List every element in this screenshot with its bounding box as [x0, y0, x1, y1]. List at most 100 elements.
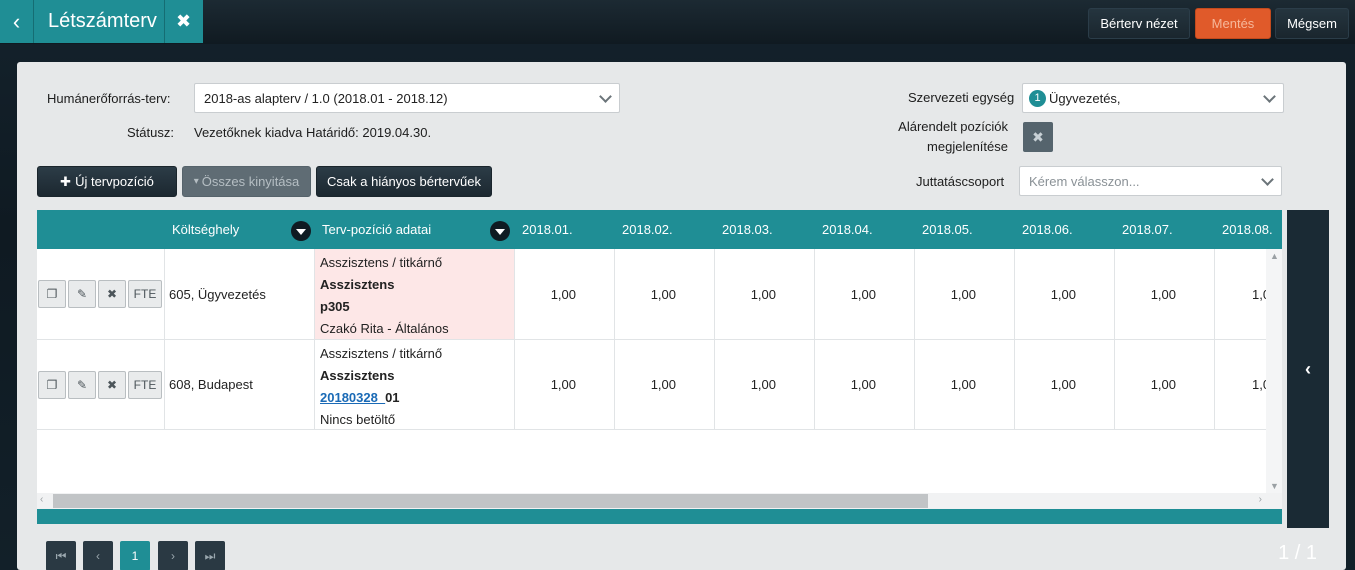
col-month-02: 2018.02.: [622, 222, 673, 237]
row-actions: ❐ ✎ ✖ FTE: [37, 249, 165, 339]
chevron-left-icon: ‹: [12, 8, 21, 34]
main-panel: Humánerőforrás-terv: 2018-as alapterv / …: [17, 62, 1346, 570]
hr-plan-label: Humánerőforrás-terv:: [47, 91, 171, 106]
copy-button[interactable]: ❐: [38, 280, 66, 308]
hr-plan-value: 2018-as alapterv / 1.0 (2018.01 - 2018.1…: [204, 90, 448, 106]
chevron-right-icon: ›: [171, 549, 175, 563]
chevron-down-icon: [1261, 173, 1274, 186]
copy-icon: ❐: [46, 287, 58, 301]
col-month-05: 2018.05.: [922, 222, 973, 237]
grid-body: ❐ ✎ ✖ FTE 605, Ügyvezetés Asszisztens / …: [37, 249, 1282, 493]
double-chevron-down-icon: ▾: [193, 176, 199, 187]
col-position-data: Terv-pozíció adatai: [322, 222, 432, 237]
horizontal-scrollbar[interactable]: ‹ ›: [37, 493, 1282, 509]
first-page-icon: ⏮: [55, 548, 67, 563]
close-icon: ✖: [1032, 128, 1044, 145]
table-row: ❐ ✎ ✖ FTE 608, Budapest Asszisztens / ti…: [37, 340, 1282, 430]
fte-button[interactable]: FTE: [128, 280, 162, 308]
new-position-button[interactable]: ✚ Új tervpozíció: [37, 166, 177, 197]
chevron-left-icon: ‹: [1305, 358, 1311, 379]
close-button[interactable]: ✖: [164, 0, 202, 43]
filter-icon[interactable]: [490, 221, 510, 241]
row-actions: ❐ ✎ ✖ FTE: [37, 340, 165, 429]
back-button[interactable]: ‹: [0, 0, 34, 43]
position-line-1: Asszisztens / titkárnő: [320, 346, 443, 361]
chevron-down-icon: [1263, 90, 1276, 103]
fte-button[interactable]: FTE: [128, 371, 162, 399]
sub-positions-label-1: Alárendelt pozíciók: [898, 119, 1008, 134]
org-unit-count-badge: 1: [1029, 89, 1046, 107]
month-value-cell: 1,00: [615, 249, 715, 339]
last-page-button[interactable]: ⏭: [195, 541, 225, 570]
position-line-4: Czakó Rita - Általános: [320, 321, 449, 336]
top-bar: ‹ Létszámterv ✖ Bérterv nézet Mentés Még…: [0, 0, 1355, 44]
sub-positions-label-2: megjelenítése: [927, 139, 1008, 154]
expand-all-label: Összes kinyitása: [201, 174, 300, 189]
chevron-down-icon: [599, 90, 612, 103]
vertical-scrollbar[interactable]: ▲ ▼: [1266, 249, 1282, 493]
table-row: ❐ ✎ ✖ FTE 605, Ügyvezetés Asszisztens / …: [37, 249, 1282, 340]
col-month-08: 2018.08.: [1222, 222, 1273, 237]
month-value-cell: 1,00: [1115, 249, 1215, 339]
benefit-group-select[interactable]: Kérem válasszon...: [1019, 166, 1282, 196]
position-line-3: 20180328_01: [320, 387, 514, 409]
col-month-04: 2018.04.: [822, 222, 873, 237]
cost-center-cell: 605, Ügyvezetés: [165, 249, 315, 339]
col-cost-center: Költséghely: [172, 222, 240, 237]
pencil-icon: ✎: [76, 378, 88, 392]
first-page-button[interactable]: ⏮: [46, 541, 76, 570]
horizontal-scroll-thumb[interactable]: [53, 494, 928, 508]
page-1-button[interactable]: 1: [120, 541, 150, 570]
next-page-button[interactable]: ›: [158, 541, 188, 570]
delete-button[interactable]: ✖: [98, 371, 126, 399]
scroll-left-icon[interactable]: ‹: [40, 494, 43, 505]
month-value-cell: 1,00: [515, 249, 615, 339]
month-value-cell: 1,00: [815, 249, 915, 339]
close-icon: ✖: [106, 287, 118, 301]
close-icon: ✖: [175, 11, 192, 31]
position-data-cell: Asszisztens / titkárnő Asszisztens p305 …: [315, 249, 515, 339]
position-data-cell: Asszisztens / titkárnő Asszisztens 20180…: [315, 340, 515, 429]
cancel-button[interactable]: Mégsem: [1275, 8, 1349, 39]
side-panel-toggle[interactable]: ‹: [1287, 210, 1329, 528]
month-value-cell: 1,00: [1015, 249, 1115, 339]
grid-footer: [37, 509, 1282, 524]
org-unit-select[interactable]: 1 Ügyvezetés,: [1022, 83, 1284, 113]
close-icon: ✖: [106, 378, 118, 392]
position-line-4: Nincs betöltő: [320, 412, 396, 427]
prev-page-button[interactable]: ‹: [83, 541, 113, 570]
salary-view-button[interactable]: Bérterv nézet: [1088, 8, 1190, 39]
copy-button[interactable]: ❐: [38, 371, 66, 399]
hr-plan-select[interactable]: 2018-as alapterv / 1.0 (2018.01 - 2018.1…: [194, 83, 620, 113]
status-label: Státusz:: [127, 125, 174, 140]
only-missing-button[interactable]: Csak a hiányos bértervűek: [316, 166, 492, 197]
col-month-03: 2018.03.: [722, 222, 773, 237]
month-value-cell: 1,00: [715, 340, 815, 429]
position-line-2: Asszisztens: [320, 368, 395, 383]
scroll-right-icon[interactable]: ›: [1259, 494, 1262, 505]
sub-positions-toggle[interactable]: ✖: [1023, 122, 1053, 152]
delete-button[interactable]: ✖: [98, 280, 126, 308]
org-unit-label: Szervezeti egység: [908, 90, 1015, 105]
benefit-group-placeholder: Kérem válasszon...: [1029, 173, 1140, 189]
chevron-left-icon: ‹: [96, 549, 100, 563]
month-value-cell: 1,00: [815, 340, 915, 429]
scroll-up-icon[interactable]: ▲: [1270, 251, 1279, 261]
col-month-07: 2018.07.: [1122, 222, 1173, 237]
title-area: ‹ Létszámterv ✖: [0, 0, 203, 43]
col-month-06: 2018.06.: [1022, 222, 1073, 237]
benefit-group-label: Juttatáscsoport: [916, 174, 1005, 189]
edit-button[interactable]: ✎: [68, 371, 96, 399]
save-button[interactable]: Mentés: [1195, 8, 1271, 39]
new-position-label: Új tervpozíció: [75, 174, 154, 189]
plus-icon: ✚: [60, 173, 72, 189]
position-link[interactable]: 20180328_: [320, 390, 385, 405]
scroll-down-icon[interactable]: ▼: [1270, 481, 1279, 491]
expand-all-button[interactable]: ▾ Összes kinyitása: [182, 166, 311, 197]
edit-button[interactable]: ✎: [68, 280, 96, 308]
filter-icon[interactable]: [291, 221, 311, 241]
position-line-1: Asszisztens / titkárnő: [320, 255, 443, 270]
month-value-cell: 1,00: [915, 249, 1015, 339]
last-page-icon: ⏭: [204, 548, 216, 563]
month-value-cell: 1,00: [715, 249, 815, 339]
